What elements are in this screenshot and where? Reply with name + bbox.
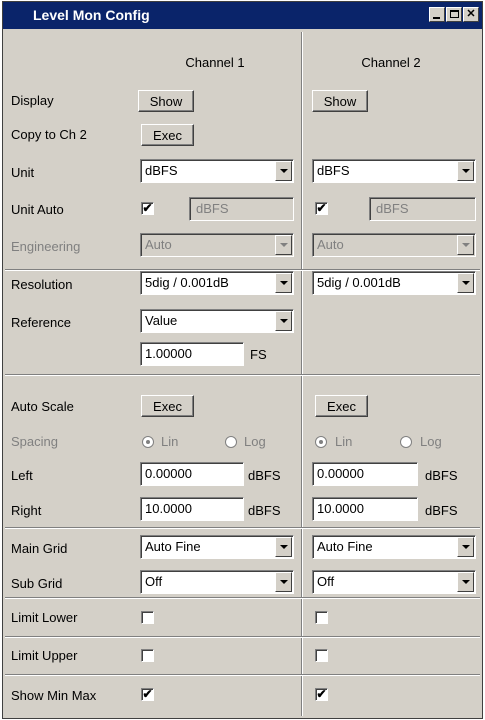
ch1-resolution-value: 5dig / 0.001dB bbox=[145, 275, 229, 290]
title-bar[interactable]: Level Mon Config ✕ bbox=[3, 2, 482, 29]
resolution-label: Resolution bbox=[11, 277, 73, 292]
ch1-display-show-button[interactable]: Show bbox=[138, 90, 194, 112]
channel-2-header: Channel 2 bbox=[361, 55, 421, 70]
chevron-down-icon[interactable] bbox=[275, 572, 292, 592]
engineering-label: Engineering bbox=[11, 239, 81, 254]
channel-1-header: Channel 1 bbox=[185, 55, 245, 70]
ch2-unit-dropdown[interactable]: dBFS bbox=[312, 159, 476, 183]
ch2-show-min-max-checkbox[interactable]: ✔ bbox=[315, 688, 328, 701]
sub-grid-label: Sub Grid bbox=[11, 576, 63, 591]
main-grid-label: Main Grid bbox=[11, 541, 68, 556]
ch1-spacing-lin-radio bbox=[142, 436, 154, 448]
ch1-left-input[interactable]: 0.00000 bbox=[140, 462, 244, 486]
chevron-down-icon[interactable] bbox=[275, 273, 292, 293]
chevron-down-icon bbox=[457, 235, 474, 255]
ch2-sub-grid-dropdown[interactable]: Off bbox=[312, 570, 476, 594]
ch1-limit-lower-checkbox[interactable] bbox=[141, 611, 154, 624]
ch2-engineering-value: Auto bbox=[317, 237, 344, 252]
ch1-unit-dropdown[interactable]: dBFS bbox=[140, 159, 294, 183]
show-min-max-label: Show Min Max bbox=[11, 688, 97, 703]
ch1-show-min-max-checkbox[interactable]: ✔ bbox=[141, 688, 154, 701]
section-divider bbox=[5, 375, 480, 376]
ch1-left-unit: dBFS bbox=[248, 468, 281, 483]
ch2-spacing-lin-radio bbox=[315, 436, 327, 448]
ch2-limit-lower-checkbox[interactable] bbox=[315, 611, 328, 624]
ch2-unit-auto-checkbox[interactable]: ✔ bbox=[315, 202, 328, 215]
ch1-main-grid-value: Auto Fine bbox=[145, 539, 201, 554]
ch1-sub-grid-dropdown[interactable]: Off bbox=[140, 570, 294, 594]
chevron-down-icon[interactable] bbox=[457, 273, 474, 293]
ch1-unit-value: dBFS bbox=[145, 163, 178, 178]
level-mon-config-window: Level Mon Config ✕ Channel 1 Channel 2 D… bbox=[2, 1, 483, 719]
copy-to-ch2-label: Copy to Ch 2 bbox=[11, 127, 87, 142]
ch1-right-input[interactable]: 10.0000 bbox=[140, 497, 244, 521]
section-divider bbox=[5, 675, 480, 676]
display-label: Display bbox=[11, 93, 54, 108]
ch2-main-grid-dropdown[interactable]: Auto Fine bbox=[312, 535, 476, 559]
reference-mode-value: Value bbox=[145, 313, 178, 328]
ch2-spacing-log-radio bbox=[400, 436, 412, 448]
chevron-down-icon[interactable] bbox=[457, 537, 474, 557]
reference-mode-dropdown[interactable]: Value bbox=[140, 309, 294, 333]
ch1-engineering-dropdown: Auto bbox=[140, 233, 294, 257]
section-divider bbox=[5, 528, 480, 529]
section-divider bbox=[5, 637, 480, 638]
reference-value-input[interactable]: 1.00000 bbox=[140, 342, 244, 366]
chevron-down-icon[interactable] bbox=[275, 311, 292, 331]
config-panel: Channel 1 Channel 2 Display Show Show Co… bbox=[5, 32, 480, 716]
ch1-resolution-dropdown[interactable]: 5dig / 0.001dB bbox=[140, 271, 294, 295]
spacing-label: Spacing bbox=[11, 434, 58, 449]
maximize-icon[interactable] bbox=[446, 7, 462, 22]
ch1-sub-grid-value: Off bbox=[145, 574, 163, 589]
ch1-right-unit: dBFS bbox=[248, 503, 281, 518]
ch2-display-show-button[interactable]: Show bbox=[312, 90, 368, 112]
ch1-spacing-log-label: Log bbox=[244, 434, 266, 449]
ch1-unit-auto-checkbox[interactable]: ✔ bbox=[141, 202, 154, 215]
ch2-spacing-log-label: Log bbox=[420, 434, 442, 449]
ch2-left-unit: dBFS bbox=[425, 468, 458, 483]
auto-scale-label: Auto Scale bbox=[11, 399, 74, 414]
chevron-down-icon[interactable] bbox=[275, 537, 292, 557]
ch2-right-unit: dBFS bbox=[425, 503, 458, 518]
right-label: Right bbox=[11, 503, 42, 518]
copy-to-ch2-exec-button[interactable]: Exec bbox=[141, 124, 194, 146]
ch2-unit-auto-value: dBFS bbox=[369, 197, 476, 221]
ch2-left-input[interactable]: 0.00000 bbox=[312, 462, 418, 486]
minimize-icon[interactable] bbox=[429, 7, 445, 22]
ch2-limit-upper-checkbox[interactable] bbox=[315, 649, 328, 662]
ch1-main-grid-dropdown[interactable]: Auto Fine bbox=[140, 535, 294, 559]
section-divider bbox=[5, 598, 480, 599]
ch2-sub-grid-value: Off bbox=[317, 574, 335, 589]
reference-label: Reference bbox=[11, 315, 71, 330]
ch2-spacing-lin-label: Lin bbox=[335, 434, 353, 449]
limit-upper-label: Limit Upper bbox=[11, 648, 78, 663]
ch2-right-input[interactable]: 10.0000 bbox=[312, 497, 418, 521]
ch1-engineering-value: Auto bbox=[145, 237, 172, 252]
unit-auto-label: Unit Auto bbox=[11, 202, 64, 217]
ch2-engineering-dropdown: Auto bbox=[312, 233, 476, 257]
ch2-auto-scale-exec-button[interactable]: Exec bbox=[315, 395, 368, 417]
ch2-resolution-dropdown[interactable]: 5dig / 0.001dB bbox=[312, 271, 476, 295]
ch2-unit-value: dBFS bbox=[317, 163, 350, 178]
limit-lower-label: Limit Lower bbox=[11, 610, 78, 625]
reference-unit: FS bbox=[250, 347, 267, 362]
unit-label: Unit bbox=[11, 165, 35, 180]
ch2-main-grid-value: Auto Fine bbox=[317, 539, 373, 554]
chevron-down-icon[interactable] bbox=[457, 161, 474, 181]
ch1-spacing-log-radio bbox=[225, 436, 237, 448]
chevron-down-icon[interactable] bbox=[275, 161, 292, 181]
ch1-auto-scale-exec-button[interactable]: Exec bbox=[141, 395, 194, 417]
ch1-spacing-lin-label: Lin bbox=[161, 434, 179, 449]
window-title: Level Mon Config bbox=[33, 7, 150, 23]
chevron-down-icon[interactable] bbox=[457, 572, 474, 592]
ch1-limit-upper-checkbox[interactable] bbox=[141, 649, 154, 662]
chevron-down-icon bbox=[275, 235, 292, 255]
close-icon[interactable]: ✕ bbox=[463, 7, 479, 22]
ch2-resolution-value: 5dig / 0.001dB bbox=[317, 275, 401, 290]
left-label: Left bbox=[11, 468, 33, 483]
ch1-unit-auto-value: dBFS bbox=[189, 197, 294, 221]
